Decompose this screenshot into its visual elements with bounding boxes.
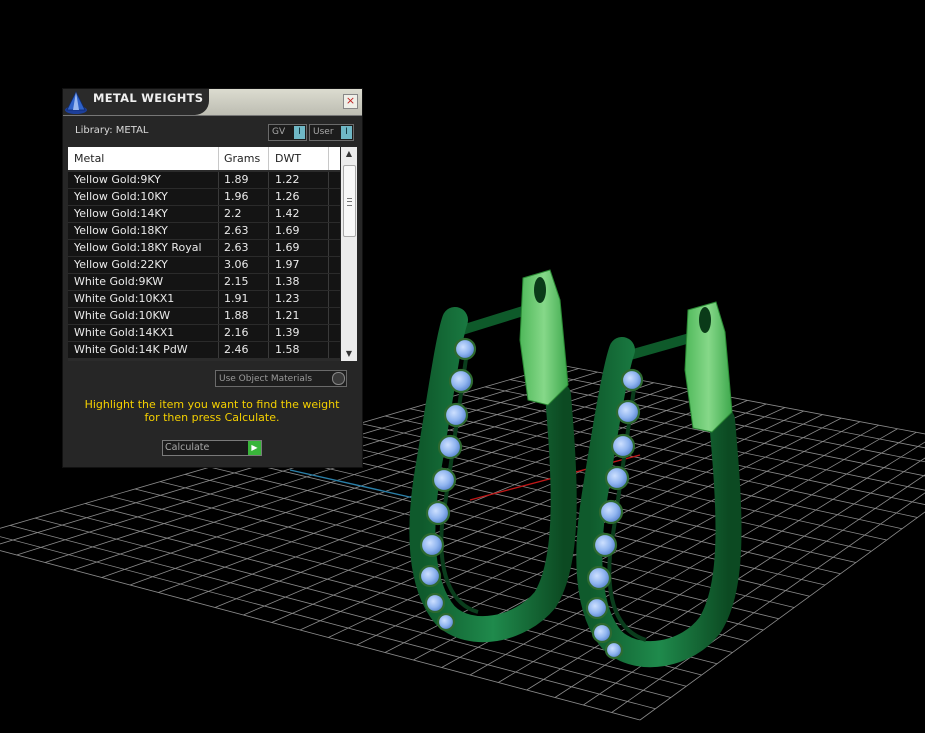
library-label: Library: METAL — [75, 125, 149, 136]
close-icon[interactable]: × — [343, 94, 358, 109]
user-toggle-indicator: I — [341, 126, 352, 139]
earring-left[interactable] — [409, 269, 577, 643]
cell-grams: 1.88 — [224, 309, 249, 322]
column-header-metal[interactable]: Metal — [74, 152, 104, 165]
table-row[interactable]: White Gold:10KW 1.88 1.21 — [68, 308, 340, 324]
gemstone — [443, 402, 469, 428]
table-row[interactable]: Yellow Gold:14KY 2.2 1.42 — [68, 206, 340, 222]
title-tab: METAL WEIGHTS — [63, 89, 209, 115]
cell-dwt: 1.69 — [275, 224, 300, 237]
table-row[interactable]: Yellow Gold:18KY 2.63 1.69 — [68, 223, 340, 239]
gemstone — [437, 434, 463, 460]
panel-title: METAL WEIGHTS — [93, 91, 204, 105]
cell-dwt: 1.39 — [275, 326, 300, 339]
gemstone — [418, 564, 442, 588]
cell-grams: 3.06 — [224, 258, 249, 271]
table-row[interactable]: White Gold:14KX1 2.16 1.39 — [68, 325, 340, 341]
cell-grams: 2.46 — [224, 343, 249, 356]
scroll-down-arrow-icon[interactable]: ▼ — [341, 347, 357, 361]
cell-metal: White Gold:10KX1 — [74, 292, 175, 305]
gemstone — [615, 399, 641, 425]
cell-dwt: 1.26 — [275, 190, 300, 203]
table-row[interactable]: White Gold:10KX1 1.91 1.23 — [68, 291, 340, 307]
table-header: Metal Grams DWT — [68, 147, 340, 170]
cell-metal: White Gold:10KW — [74, 309, 171, 322]
gemstone — [453, 337, 477, 361]
gemstone — [620, 368, 644, 392]
table-scrollbar[interactable]: ▲ ▼ — [341, 147, 357, 361]
calculate-button[interactable]: Calculate ▶ — [162, 440, 262, 456]
gemstone — [598, 499, 624, 525]
play-arrow-icon: ▶ — [248, 441, 261, 455]
instruction-text: Highlight the item you want to find the … — [84, 398, 340, 424]
cell-metal: Yellow Gold:18KY — [74, 224, 168, 237]
cell-dwt: 1.97 — [275, 258, 300, 271]
column-header-dwt[interactable]: DWT — [275, 152, 301, 165]
cell-grams: 2.63 — [224, 224, 249, 237]
calculate-label: Calculate — [165, 442, 210, 453]
scroll-thumb[interactable] — [343, 165, 356, 237]
gemstone — [436, 612, 456, 632]
table-row[interactable]: White Gold:9KW 2.15 1.38 — [68, 274, 340, 290]
gemstone — [591, 622, 613, 644]
cell-metal: Yellow Gold:22KY — [74, 258, 168, 271]
gemstone — [592, 532, 618, 558]
table-row[interactable]: Yellow Gold:10KY 1.96 1.26 — [68, 189, 340, 205]
table-row[interactable]: Yellow Gold:9KY 1.89 1.22 — [68, 172, 340, 188]
table-row[interactable]: Yellow Gold:22KY 3.06 1.97 — [68, 257, 340, 273]
cell-metal: White Gold:14K PdW — [74, 343, 188, 356]
table-row[interactable]: White Gold:14K PdW 2.46 1.58 — [68, 342, 340, 358]
metal-weights-panel: METAL WEIGHTS × Library: METAL GV I User… — [62, 88, 363, 468]
table-body: Yellow Gold:9KY 1.89 1.22 Yellow Gold:10KY 1… — [68, 172, 340, 359]
column-header-grams[interactable]: Grams — [224, 152, 260, 165]
gemstone — [585, 596, 609, 620]
gv-toggle-label: GV — [272, 127, 286, 137]
use-object-materials-toggle[interactable]: Use Object Materials — [215, 370, 347, 387]
cell-dwt: 1.21 — [275, 309, 300, 322]
cell-dwt: 1.38 — [275, 275, 300, 288]
user-toggle-label: User — [313, 127, 334, 137]
cell-metal: Yellow Gold:14KY — [74, 207, 168, 220]
gemstone — [610, 433, 636, 459]
metal-weights-table: Metal Grams DWT Yellow Gold:9KY 1.89 1.22 Y… — [68, 147, 340, 361]
gemstone — [604, 465, 630, 491]
cell-grams: 1.96 — [224, 190, 249, 203]
cell-metal: Yellow Gold:9KY — [74, 173, 161, 186]
cell-grams: 2.15 — [224, 275, 249, 288]
panel-titlebar[interactable]: METAL WEIGHTS × — [63, 89, 362, 116]
gemstone — [586, 565, 612, 591]
gemstone — [425, 500, 451, 526]
cell-grams: 2.63 — [224, 241, 249, 254]
cell-dwt: 1.42 — [275, 207, 300, 220]
scroll-up-arrow-icon[interactable]: ▲ — [341, 147, 357, 161]
radio-indicator-icon — [332, 372, 345, 385]
cell-metal: Yellow Gold:10KY — [74, 190, 168, 203]
table-row[interactable]: Yellow Gold:18KY Royal 2.63 1.69 — [68, 240, 340, 256]
cell-grams: 1.89 — [224, 173, 249, 186]
cell-grams: 2.16 — [224, 326, 249, 339]
cell-metal: Yellow Gold:18KY Royal — [74, 241, 202, 254]
cell-grams: 1.91 — [224, 292, 249, 305]
gv-toggle-indicator: I — [294, 126, 305, 139]
gemstone — [604, 640, 624, 660]
gemstone — [448, 368, 474, 394]
gemstone — [419, 532, 445, 558]
cell-dwt: 1.58 — [275, 343, 300, 356]
cell-dwt: 1.69 — [275, 241, 300, 254]
cell-dwt: 1.22 — [275, 173, 300, 186]
user-toggle[interactable]: User I — [309, 124, 354, 141]
gemstone — [424, 592, 446, 614]
gemstone — [431, 467, 457, 493]
cone-logo-icon — [65, 91, 87, 114]
cell-metal: White Gold:9KW — [74, 275, 164, 288]
gv-toggle[interactable]: GV I — [268, 124, 307, 141]
use-object-materials-label: Use Object Materials — [219, 374, 313, 384]
cell-metal: White Gold:14KX1 — [74, 326, 175, 339]
cell-dwt: 1.23 — [275, 292, 300, 305]
cell-grams: 2.2 — [224, 207, 242, 220]
